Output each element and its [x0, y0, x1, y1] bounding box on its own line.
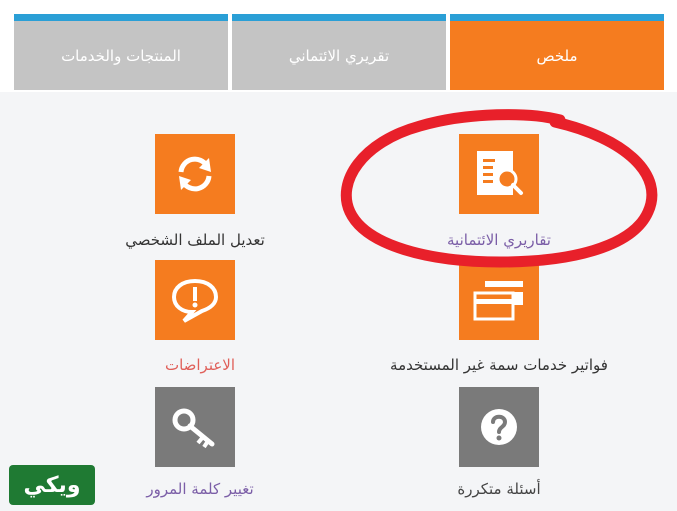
- tab-label: تقريري الائتماني: [288, 46, 390, 65]
- objections-label[interactable]: الاعتراضات: [140, 356, 260, 374]
- credit-reports-label[interactable]: تقاريري الائتمانية: [409, 231, 589, 249]
- tab-label: ملخص: [536, 46, 578, 65]
- tab-bar: المنتجات والخدمات تقريري الائتماني ملخص: [0, 0, 677, 92]
- cards-icon: [473, 281, 523, 321]
- unused-bills-tile[interactable]: [459, 260, 539, 340]
- tab-credit-report[interactable]: تقريري الائتماني: [232, 14, 446, 90]
- tab-summary[interactable]: ملخص: [450, 14, 664, 90]
- tab-label: المنتجات والخدمات: [61, 46, 181, 65]
- key-icon: [172, 408, 215, 449]
- objections-tile[interactable]: [155, 260, 235, 340]
- change-password-label[interactable]: تغيير كلمة المرور: [120, 480, 280, 498]
- watermark-logo: ويكي: [9, 465, 95, 505]
- logo-text: ويكي: [23, 472, 81, 498]
- tab-products-services[interactable]: المنتجات والخدمات: [14, 14, 228, 90]
- unused-bills-label[interactable]: فواتير خدمات سمة غير المستخدمة: [383, 356, 615, 374]
- dashboard-panel: [0, 92, 677, 511]
- speech-alert-icon: [171, 278, 219, 323]
- question-icon: [481, 409, 517, 445]
- credit-reports-tile[interactable]: [459, 134, 539, 214]
- edit-profile-tile[interactable]: [155, 134, 235, 214]
- report-search-icon: [477, 151, 523, 195]
- refresh-icon: [178, 156, 212, 192]
- edit-profile-label[interactable]: تعديل الملف الشخصي: [100, 231, 290, 249]
- change-password-tile[interactable]: [155, 387, 235, 467]
- faq-tile[interactable]: [459, 387, 539, 467]
- faq-label[interactable]: أسئلة متكررة: [439, 480, 559, 498]
